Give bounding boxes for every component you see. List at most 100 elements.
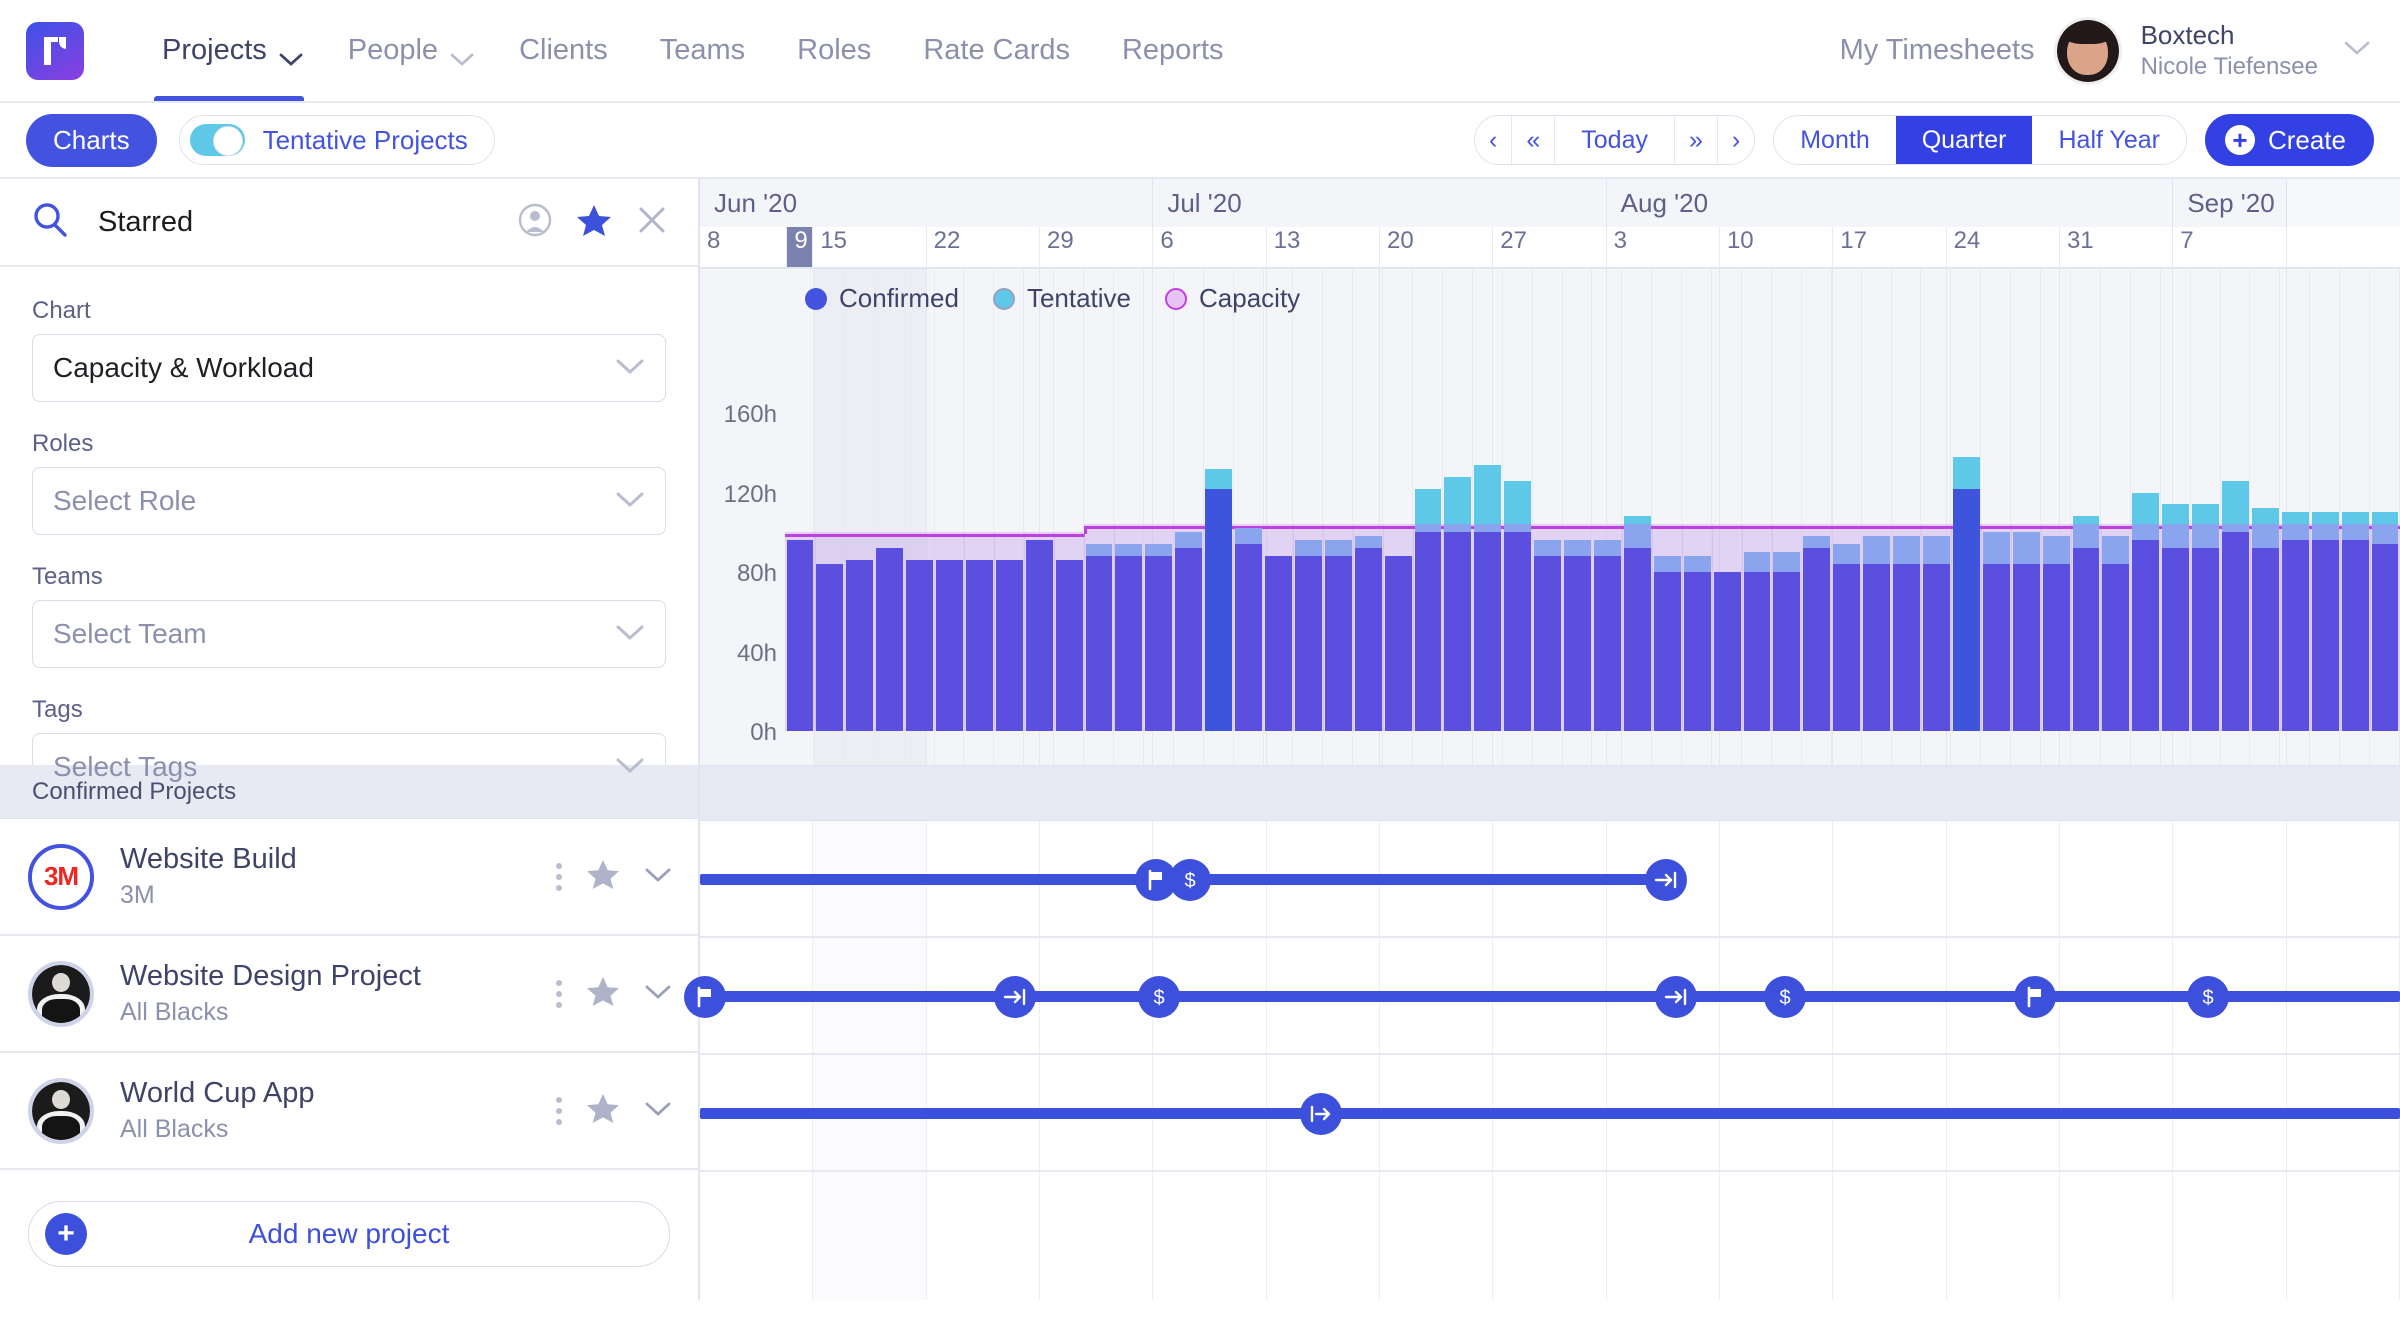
star-icon[interactable] [586, 1092, 620, 1129]
more-options-icon[interactable] [556, 980, 562, 1008]
timeline-week[interactable]: 6 [1153, 227, 1266, 267]
chart-bar[interactable] [1923, 536, 1950, 731]
more-options-icon[interactable] [556, 863, 562, 891]
legend-item-confirmed[interactable]: Confirmed [805, 283, 959, 314]
chart-bar[interactable] [1115, 544, 1142, 731]
search-icon[interactable] [30, 200, 70, 245]
filter-select-teams[interactable]: Select Team [32, 600, 666, 668]
chart-bar[interactable] [787, 540, 814, 731]
chart-bar[interactable] [2342, 512, 2369, 731]
timeline-week[interactable]: 8 [700, 227, 787, 267]
chart-bar[interactable] [1893, 536, 1920, 731]
timeline-week[interactable]: 15 [813, 227, 926, 267]
chart-plot-area[interactable] [785, 269, 2400, 765]
chevron-down-icon[interactable] [644, 866, 672, 888]
milestone-arrow-from-start-icon[interactable] [1300, 1093, 1342, 1135]
chart-bar[interactable] [1325, 540, 1352, 731]
user-menu-chevron-down-icon[interactable] [2344, 40, 2370, 61]
chart-bar[interactable] [1415, 489, 1442, 731]
chart-bar[interactable] [1444, 477, 1471, 731]
chart-bar[interactable] [1833, 544, 1860, 731]
user-avatar[interactable] [2057, 20, 2119, 82]
gantt-bar[interactable] [700, 991, 2400, 1002]
zoom-level-quarter[interactable]: Quarter [1896, 116, 2033, 164]
milestone-flag-icon[interactable] [684, 976, 726, 1018]
more-options-icon[interactable] [556, 1097, 562, 1125]
chart-bar[interactable] [2043, 536, 2070, 731]
timeline-week[interactable]: 13 [1267, 227, 1380, 267]
timeline-week[interactable]: 7 [2173, 227, 2286, 267]
timeline-week-today[interactable]: 9 [787, 227, 813, 267]
milestone-arrow-to-end-icon[interactable] [994, 976, 1036, 1018]
timeline-week[interactable]: 17 [1833, 227, 1946, 267]
chart-bar[interactable] [2132, 493, 2159, 732]
charts-toggle-button[interactable]: Charts [26, 114, 157, 167]
zoom-level-month[interactable]: Month [1774, 116, 1895, 164]
filter-select-chart[interactable]: Capacity & Workload [32, 334, 666, 402]
timeline-week[interactable]: 22 [927, 227, 1040, 267]
nav-item-people[interactable]: People [322, 0, 493, 101]
chart-bar[interactable] [1594, 540, 1621, 731]
chevron-down-icon[interactable] [450, 42, 467, 59]
prev-period-button[interactable]: ‹ [1475, 116, 1512, 164]
chart-bar[interactable] [996, 560, 1023, 731]
chart-bar[interactable] [1474, 465, 1501, 731]
timeline-week[interactable]: 31 [2060, 227, 2173, 267]
timeline-week[interactable]: 24 [1947, 227, 2060, 267]
chart-bar[interactable] [2013, 532, 2040, 731]
create-button[interactable]: + Create [2205, 114, 2374, 166]
chart-bar[interactable] [1953, 457, 1980, 731]
chart-bar[interactable] [1385, 556, 1412, 731]
chart-bar[interactable] [1205, 469, 1232, 731]
chart-bar[interactable] [1654, 556, 1681, 731]
chart-bar[interactable] [1863, 536, 1890, 731]
zoom-level-half-year[interactable]: Half Year [2032, 116, 2185, 164]
nav-item-projects[interactable]: Projects [136, 0, 322, 101]
close-icon[interactable] [636, 204, 668, 241]
next-period-button[interactable]: › [1718, 116, 1754, 164]
legend-item-capacity[interactable]: Capacity [1165, 283, 1300, 314]
timeline-week[interactable]: 3 [1607, 227, 1720, 267]
nav-item-roles[interactable]: Roles [771, 0, 897, 101]
person-filter-icon[interactable] [518, 203, 552, 242]
app-logo[interactable] [26, 22, 84, 80]
star-icon[interactable] [586, 858, 620, 895]
chevron-down-icon[interactable] [279, 42, 296, 59]
chart-bar[interactable] [2222, 481, 2249, 731]
star-icon[interactable] [586, 975, 620, 1012]
chevron-down-icon[interactable] [644, 1100, 672, 1122]
project-row[interactable]: World Cup AppAll Blacks [0, 1053, 698, 1170]
timeline-week[interactable]: 27 [1493, 227, 1606, 267]
project-row[interactable]: Website Design ProjectAll Blacks [0, 936, 698, 1053]
chart-bar[interactable] [1086, 544, 1113, 731]
chart-bar[interactable] [1295, 540, 1322, 731]
chart-bar[interactable] [1773, 552, 1800, 731]
chart-bar[interactable] [2073, 516, 2100, 731]
chart-bar[interactable] [1175, 532, 1202, 731]
milestone-dollar-icon[interactable]: $ [1764, 976, 1806, 1018]
chart-bar[interactable] [1026, 540, 1053, 731]
search-input[interactable]: Starred [98, 206, 193, 239]
milestone-dollar-icon[interactable]: $ [1169, 859, 1211, 901]
milestone-arrow-to-end-icon[interactable] [1655, 976, 1697, 1018]
chart-bar[interactable] [1744, 552, 1771, 731]
milestone-dollar-icon[interactable]: $ [2187, 976, 2229, 1018]
today-button[interactable]: Today [1555, 116, 1675, 164]
chart-bar[interactable] [2192, 504, 2219, 731]
my-timesheets-link[interactable]: My Timesheets [1840, 34, 2035, 67]
timeline-week[interactable]: 10 [1720, 227, 1833, 267]
star-icon[interactable] [576, 203, 612, 242]
tentative-toggle-switch[interactable] [190, 124, 245, 156]
chart-bar[interactable] [1235, 528, 1262, 731]
nav-item-reports[interactable]: Reports [1096, 0, 1250, 101]
chart-bar[interactable] [966, 560, 993, 731]
prev-jump-button[interactable]: « [1512, 116, 1555, 164]
chart-bar[interactable] [816, 564, 843, 731]
chart-bar[interactable] [1684, 556, 1711, 731]
chart-bar[interactable] [1504, 481, 1531, 731]
nav-item-clients[interactable]: Clients [493, 0, 634, 101]
chart-bar[interactable] [876, 548, 903, 731]
milestone-dollar-icon[interactable]: $ [1138, 976, 1180, 1018]
timeline-week[interactable]: 20 [1380, 227, 1493, 267]
chart-bar[interactable] [1534, 540, 1561, 731]
